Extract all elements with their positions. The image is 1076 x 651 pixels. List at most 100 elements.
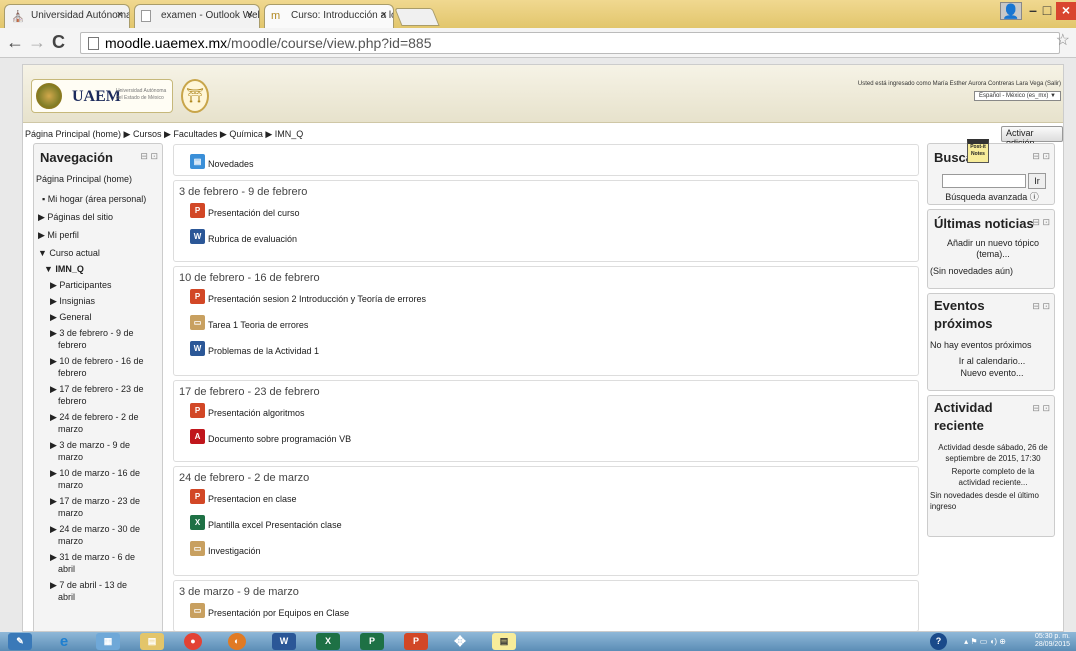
nav-item[interactable]: ▶ 7 de abril - 13 de	[50, 580, 127, 590]
edit-mode-button[interactable]: Activar edición	[1001, 126, 1063, 148]
advanced-search-link[interactable]: Búsqueda avanzada ⓘ	[928, 192, 1054, 203]
nav-item[interactable]: abril	[58, 564, 75, 574]
forward-arrow-icon[interactable]: →	[28, 32, 46, 52]
excel-icon[interactable]: X	[316, 633, 340, 650]
assign-icon: ▭	[190, 603, 205, 618]
nav-item[interactable]: ▶ Insignias	[50, 296, 95, 306]
activity-link[interactable]: A Documento sobre programación VB	[190, 429, 351, 444]
url-input[interactable]: moodle.uaemex.mx/moodle/course/view.php?…	[80, 32, 1060, 54]
block-controls-icon[interactable]: ⊟ ⊡	[1032, 217, 1050, 228]
internet-explorer-icon[interactable]: e	[52, 633, 76, 650]
clock[interactable]: 05:30 p. m. 28/09/2015	[1035, 633, 1070, 649]
folder-icon[interactable]: ▤	[140, 633, 164, 650]
sticky-notes-taskbar-icon[interactable]: ▤	[492, 633, 516, 650]
reload-icon[interactable]: C	[52, 32, 65, 52]
new-event-link[interactable]: Nuevo evento...	[928, 368, 1054, 379]
publisher-icon[interactable]: P	[360, 633, 384, 650]
nav-item[interactable]: ▶ Páginas del sitio	[38, 212, 113, 222]
nav-item[interactable]: ▶ 31 de marzo - 6 de	[50, 552, 135, 562]
network-icon[interactable]: ✥	[448, 633, 472, 650]
nav-item[interactable]: ▶ 10 de febrero - 16 de	[50, 356, 143, 366]
nav-item[interactable]: ▶ 3 de marzo - 9 de	[50, 440, 130, 450]
course-section: 3 de febrero - 9 de febrero P Presentación…	[173, 180, 919, 262]
nav-item[interactable]: marzo	[58, 480, 83, 490]
help-icon[interactable]: ?	[930, 633, 947, 650]
search-input[interactable]	[942, 174, 1026, 188]
activity-link[interactable]: ▤ Novedades	[190, 154, 254, 169]
activity-link[interactable]: P Presentación algoritmos	[190, 403, 305, 418]
minimize-button[interactable]: –	[1026, 2, 1040, 20]
clock-date: 28/09/2015	[1034, 641, 1070, 648]
nav-item[interactable]: ▶ Participantes	[50, 280, 111, 290]
word-icon[interactable]: W	[272, 633, 296, 650]
browser-tab-outlook[interactable]: examen - Outlook Web A ×	[134, 4, 260, 28]
activity-link[interactable]: X Plantilla excel Presentación clase	[190, 515, 342, 530]
desktop-icon[interactable]: ▦	[96, 633, 120, 650]
firefox-icon[interactable]: ◐	[228, 633, 246, 650]
activity-label: Presentación sesion 2 Introducción y Teo…	[208, 294, 426, 304]
nav-item[interactable]: ▶ 17 de febrero - 23 de	[50, 384, 143, 394]
nav-item[interactable]: ▶ General	[50, 312, 91, 322]
calendar-link[interactable]: Ir al calendario...	[928, 356, 1054, 367]
browser-tab-course[interactable]: m Curso: Introducción a los ×	[264, 4, 394, 28]
start-icon[interactable]: ✎	[8, 633, 32, 650]
language-select[interactable]: Español - México (es_mx) ▼	[974, 91, 1061, 101]
back-arrow-icon[interactable]: ←	[6, 32, 24, 52]
activity-link[interactable]: P Presentación del curso	[190, 203, 300, 218]
bookmark-star-icon[interactable]: ☆	[1056, 30, 1070, 50]
browser-tab-uaem[interactable]: ⛪ Universidad Autónoma de ×	[4, 4, 130, 28]
block-controls-icon[interactable]: ⊟ ⊡	[1032, 301, 1050, 312]
activity-link[interactable]: ▭ Investigación	[190, 541, 261, 556]
nav-item[interactable]: ▼ IMN_Q	[44, 264, 84, 274]
tab-close-icon[interactable]: ×	[247, 9, 253, 21]
block-controls-icon[interactable]: ⊟ ⊡	[140, 151, 158, 162]
close-button[interactable]: ×	[1056, 2, 1076, 20]
chrome-icon[interactable]: ●	[184, 633, 202, 650]
block-controls-icon[interactable]: ⊟ ⊡	[1032, 403, 1050, 414]
new-tab-button[interactable]	[394, 8, 440, 26]
nav-item[interactable]: ▶ 10 de marzo - 16 de	[50, 468, 140, 478]
activity-link[interactable]: W Problemas de la Actividad 1	[190, 341, 319, 356]
url-domain: moodle.uaemex.mx	[105, 35, 228, 51]
course-section: 17 de febrero - 23 de febrero P Presentaci…	[173, 380, 919, 462]
activity-link[interactable]: W Rubrica de evaluación	[190, 229, 297, 244]
tray-icons[interactable]: ▴ ⚑ ▭ ◖) ⊕	[955, 633, 1015, 650]
nav-item[interactable]: marzo	[58, 536, 83, 546]
nav-item[interactable]: febrero	[58, 396, 87, 406]
breadcrumb[interactable]: Página Principal (home) ▶ Cursos ▶ Facul…	[25, 129, 303, 140]
nav-item[interactable]: Página Principal (home)	[36, 174, 132, 184]
activity-link[interactable]: P Presentacion en clase	[190, 489, 297, 504]
nav-item[interactable]: febrero	[58, 340, 87, 350]
block-header: Actividad reciente	[928, 396, 1008, 436]
activity-link[interactable]: ▭ Presentación por Equipos en Clase	[190, 603, 349, 618]
nav-item[interactable]: ▶ 24 de febrero - 2 de	[50, 412, 138, 422]
nav-item[interactable]: ▶ 24 de marzo - 30 de	[50, 524, 140, 534]
block-controls-icon[interactable]: ⊟ ⊡	[1032, 151, 1050, 162]
block-header: Últimas noticias ⊟ ⊡	[928, 210, 1054, 234]
uaem-logo[interactable]: UAEM Universidad Autónoma del Estado de …	[31, 79, 173, 113]
nav-item[interactable]: ▶ 3 de febrero - 9 de	[50, 328, 133, 338]
page-icon	[88, 37, 99, 50]
nav-item[interactable]: marzo	[58, 452, 83, 462]
sticky-note-icon[interactable]: Post-it Notes	[967, 139, 989, 163]
nav-item[interactable]: marzo	[58, 508, 83, 518]
block-title: Actividad reciente	[934, 400, 993, 433]
nav-item[interactable]: ▶ Mi perfil	[38, 230, 79, 240]
tab-close-icon[interactable]: ×	[117, 9, 123, 21]
user-icon[interactable]: 👤	[1000, 2, 1022, 20]
tab-close-icon[interactable]: ×	[381, 9, 387, 21]
nav-item[interactable]: abril	[58, 592, 75, 602]
nav-item[interactable]: ▶ 17 de marzo - 23 de	[50, 496, 140, 506]
course-section: 24 de febrero - 2 de marzo P Presentacion …	[173, 466, 919, 576]
add-topic-link[interactable]: Añadir un nuevo tópico (tema)...	[938, 238, 1048, 260]
nav-item[interactable]: febrero	[58, 368, 87, 378]
activity-link[interactable]: P Presentación sesion 2 Introducción y Te…	[190, 289, 426, 304]
activity-link[interactable]: ▭ Tarea 1 Teoria de errores	[190, 315, 308, 330]
full-report-link[interactable]: Reporte completo de la actividad recient…	[936, 466, 1050, 488]
nav-item[interactable]: ▪ Mi hogar (área personal)	[42, 194, 146, 204]
login-info[interactable]: Usted está ingresado como María Esther A…	[858, 81, 1061, 87]
nav-item[interactable]: marzo	[58, 424, 83, 434]
maximize-button[interactable]: □	[1040, 2, 1054, 20]
search-button[interactable]: Ir	[1028, 173, 1046, 189]
powerpoint-icon[interactable]: P	[404, 633, 428, 650]
